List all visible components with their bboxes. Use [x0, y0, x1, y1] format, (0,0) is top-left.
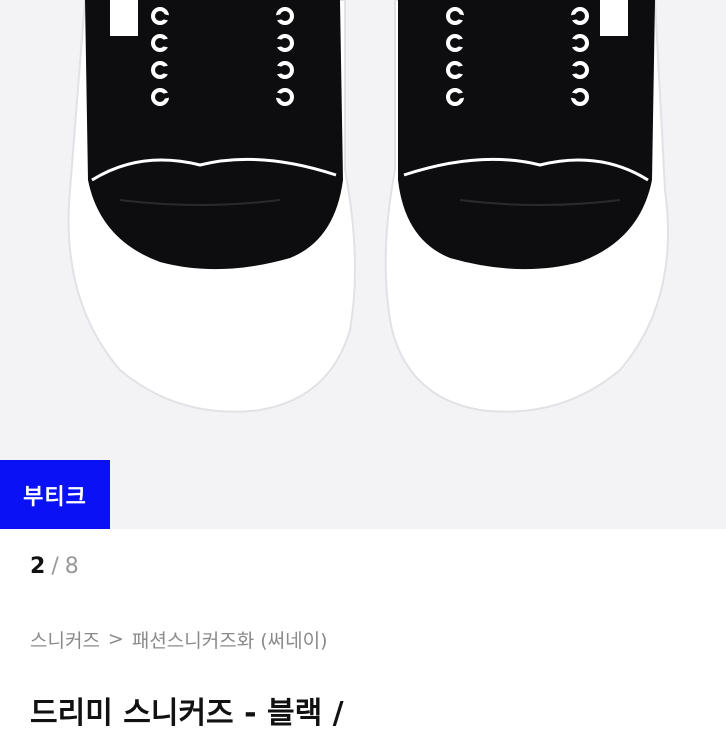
- boutique-badge: 부티크: [0, 460, 110, 529]
- product-image[interactable]: [0, 0, 726, 529]
- pager-separator: /: [51, 553, 59, 579]
- breadcrumb-separator: >: [107, 628, 124, 650]
- product-title: 드리미 스니커즈 - 블랙 /: [30, 696, 344, 731]
- image-pager: 2 / 8: [30, 551, 79, 581]
- breadcrumb-item-category[interactable]: 스니커즈: [30, 626, 100, 653]
- breadcrumb: 스니커즈 > 패션스니커즈화 (써네이): [30, 624, 328, 654]
- sneakers-photo: [0, 0, 726, 529]
- pager-total: 8: [64, 553, 79, 579]
- breadcrumb-item-subcategory[interactable]: 패션스니커즈화 (써네이): [132, 626, 328, 653]
- pager-current: 2: [30, 553, 46, 579]
